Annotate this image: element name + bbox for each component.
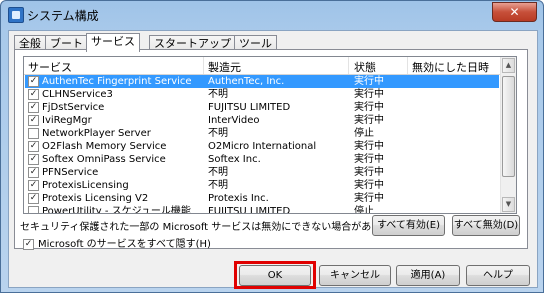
service-name: IviRegMgr [42,115,92,126]
service-status: 停止 [354,128,374,139]
service-name: PowerUtility - スケジュール機能 [42,206,191,214]
checkmark-icon: ✓ [29,102,38,112]
security-note: セキュリティ保護された一部の Microsoft サービスは無効にできない場合が… [20,222,411,233]
service-maker: 不明 [208,89,228,100]
tab-services[interactable]: サービス [86,33,140,52]
checkmark-icon: ✓ [24,239,33,249]
service-maker: InterVideo [208,115,260,126]
checkmark-icon: ✓ [29,115,38,125]
column-header-status[interactable]: 状態 [354,59,376,75]
app-icon [8,7,24,23]
ok-button-highlight [234,261,316,289]
service-name: AuthenTec Fingerprint Service [42,76,192,87]
table-row[interactable]: ✓ ProtexisLicensing 不明 実行中 [25,179,499,192]
table-row[interactable]: ✓ PFNService 不明 実行中 [25,166,499,179]
chevron-down-icon: ▼ [505,200,512,208]
service-maker: FUJITSU LIMITED [208,102,291,113]
service-status: 実行中 [354,89,384,100]
column-header-service[interactable]: サービス [28,59,72,75]
service-status: 実行中 [354,76,384,87]
column-divider[interactable] [203,57,204,74]
service-status: 実行中 [354,193,384,204]
service-name: O2Flash Memory Service [42,141,167,152]
service-checkbox[interactable]: ✓ [28,102,39,113]
service-status: 実行中 [354,167,384,178]
service-checkbox[interactable]: ✓ [28,193,39,204]
column-divider[interactable] [407,57,408,74]
service-name: Protexis Licensing V2 [42,193,149,204]
checkmark-icon: ✓ [29,89,38,99]
service-checkbox[interactable]: ✓ [28,76,39,87]
column-header-disabled-date[interactable]: 無効にした日時 [412,59,489,75]
close-icon: ✕ [509,5,520,19]
table-row[interactable]: ✓ Protexis Licensing V2 Protexis Inc. 実行中 [25,192,499,205]
service-maker: 不明 [208,180,228,191]
service-maker: 不明 [208,167,228,178]
list-header: サービス 製造元 状態 無効にした日時 [24,57,500,75]
window-title: システム構成 [27,9,99,23]
service-checkbox[interactable]: ✓ [28,180,39,191]
disable-all-button[interactable]: すべて無効(D) [452,215,520,236]
service-name: FjDstService [42,102,105,113]
chevron-up-icon: ▲ [505,61,512,69]
table-row[interactable]: ✓ CLHNService3 不明 実行中 [25,88,499,101]
table-row[interactable]: ✓ AuthenTec Fingerprint Service AuthenTec,… [25,75,499,88]
service-checkbox[interactable]: ✓ [28,89,39,100]
checkmark-icon: ✓ [29,193,38,203]
service-maker: AuthenTec, Inc. [208,76,285,87]
hide-microsoft-services-label: Microsoft のサービスをすべて隠す(H) [38,239,211,250]
scroll-up-button[interactable]: ▲ [502,58,515,73]
service-name: PFNService [42,167,99,178]
service-checkbox[interactable]: ✓ [28,115,39,126]
scrollbar-thumb[interactable] [502,76,515,177]
services-tab-panel: サービス 製造元 状態 無効にした日時 ✓ AuthenTec Fingerpri… [14,49,528,250]
service-maker: Softex Inc. [208,154,261,165]
service-maker: O2Micro International [208,141,317,152]
service-name: Softex OmniPass Service [42,154,166,165]
table-row[interactable]: ✓ FjDstService FUJITSU LIMITED 実行中 [25,101,499,114]
column-divider[interactable] [348,57,349,74]
table-row[interactable]: NetworkPlayer Server 不明 停止 [25,127,499,140]
system-config-window: システム構成 ✕ 全般 ブート サービス スタートアップ ツール サービス 製造… [0,0,544,293]
service-maker: Protexis Inc. [208,193,269,204]
service-maker: 不明 [208,128,228,139]
service-checkbox[interactable]: ✓ [28,154,39,165]
service-checkbox[interactable] [28,128,39,139]
service-name: NetworkPlayer Server [42,128,151,139]
service-status: 実行中 [354,180,384,191]
service-maker: FUJITSU LIMITED [208,206,291,214]
table-row[interactable]: PowerUtility - スケジュール機能 FUJITSU LIMITED 停止 [25,205,499,214]
scroll-down-button[interactable]: ▼ [502,197,515,212]
table-row[interactable]: ✓ IviRegMgr InterVideo 実行中 [25,114,499,127]
checkmark-icon: ✓ [29,180,38,190]
services-list[interactable]: サービス 製造元 状態 無効にした日時 ✓ AuthenTec Fingerpri… [23,56,517,214]
checkmark-icon: ✓ [29,76,38,86]
checkbox[interactable]: ✓ [23,239,34,250]
apply-button[interactable]: 適用(A) [396,265,460,286]
service-status: 実行中 [354,115,384,126]
vertical-scrollbar[interactable]: ▲ ▼ [500,57,516,213]
service-status: 停止 [354,206,374,214]
service-status: 実行中 [354,154,384,165]
table-row[interactable]: ✓ O2Flash Memory Service O2Micro Internati… [25,140,499,153]
checkmark-icon: ✓ [29,154,38,164]
checkmark-icon: ✓ [29,141,38,151]
table-row[interactable]: ✓ Softex OmniPass Service Softex Inc. 実行中 [25,153,499,166]
dialog-client-area: 全般 ブート サービス スタートアップ ツール サービス 製造元 状態 無効にし… [8,30,538,289]
close-button[interactable]: ✕ [492,2,537,22]
service-checkbox[interactable]: ✓ [28,167,39,178]
cancel-button[interactable]: キャンセル [319,265,391,286]
checkmark-icon: ✓ [29,167,38,177]
service-status: 実行中 [354,141,384,152]
service-name: CLHNService3 [42,89,113,100]
service-checkbox[interactable] [28,206,39,213]
enable-all-button[interactable]: すべて有効(E) [372,215,445,236]
service-checkbox[interactable]: ✓ [28,141,39,152]
help-button[interactable]: ヘルプ [466,265,530,286]
column-header-maker[interactable]: 製造元 [208,59,241,75]
title-bar[interactable]: システム構成 ✕ [1,1,543,29]
service-status: 実行中 [354,102,384,113]
service-name: ProtexisLicensing [42,180,129,191]
